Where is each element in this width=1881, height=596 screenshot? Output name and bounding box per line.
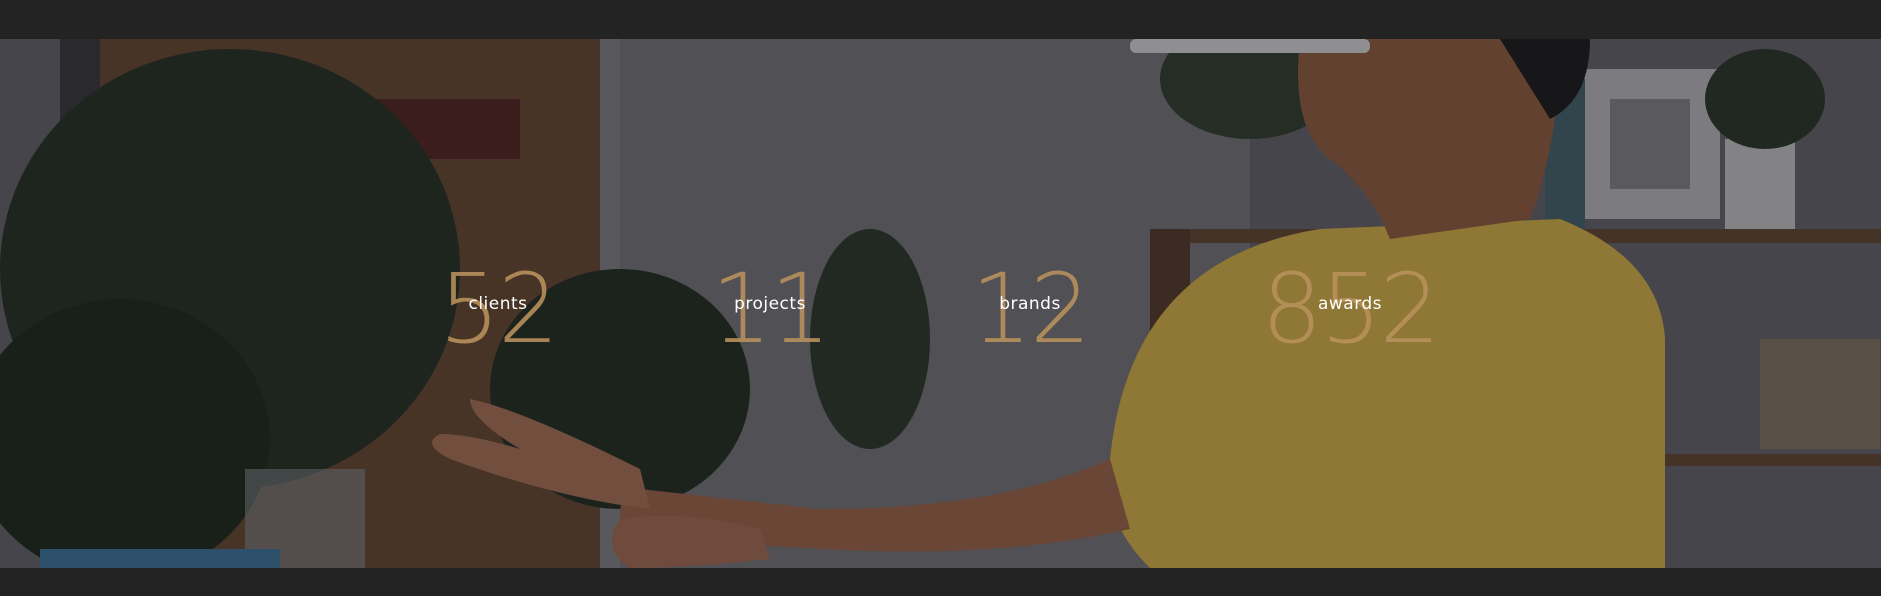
- hero-stats-section: 52 clients 11 projects 12 brands 852 awa…: [0, 39, 1881, 568]
- dark-overlay: [0, 39, 1881, 568]
- stat-label: brands: [999, 294, 1061, 314]
- stat-label: projects: [734, 294, 806, 314]
- page: 52 clients 11 projects 12 brands 852 awa…: [0, 0, 1881, 596]
- stat-label: awards: [1317, 294, 1383, 314]
- stat-brands: 12 brands: [960, 254, 1100, 364]
- stat-projects: 11 projects: [700, 254, 840, 364]
- stat-awards: 852 awards: [1240, 254, 1460, 364]
- stat-clients: 52 clients: [428, 254, 568, 364]
- stat-label: clients: [468, 294, 528, 314]
